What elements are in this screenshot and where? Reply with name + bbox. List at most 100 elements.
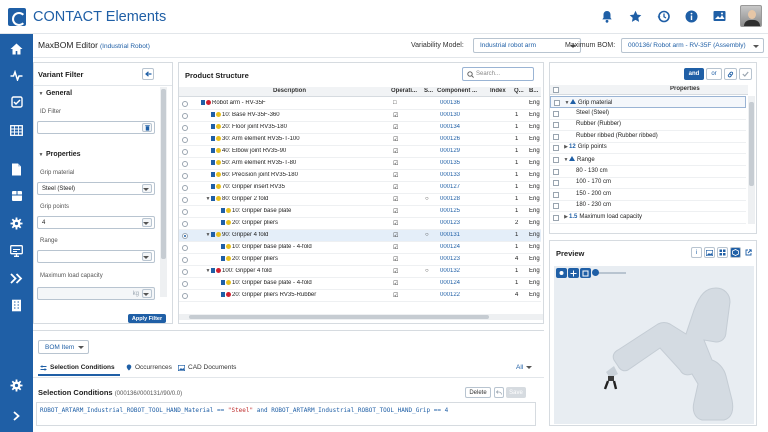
row-operation[interactable]: ☑ — [393, 292, 413, 299]
row-component[interactable]: 000136 — [440, 100, 480, 106]
table-row[interactable]: Robot arm - RV-35F □ 000136 Eng — [179, 98, 541, 110]
max-load-select[interactable]: kg — [37, 287, 155, 300]
trash-icon[interactable] — [142, 123, 152, 132]
scrollbar-thumb[interactable] — [161, 89, 166, 259]
col-index[interactable]: Index — [490, 88, 510, 94]
3d-view-icon[interactable] — [730, 247, 741, 258]
property-row[interactable]: Steel (Steel) — [550, 108, 746, 120]
link-icon[interactable] — [724, 68, 737, 80]
table-row[interactable]: 20: Floor joint RV35-180 ☑ 000134 1 Eng — [179, 122, 541, 134]
undo-icon[interactable] — [494, 387, 504, 398]
star-icon[interactable] — [628, 9, 642, 23]
row-radio[interactable] — [182, 149, 188, 155]
maximum-bom-select[interactable]: 000136/ Robot arm - RV-35F (Assembly) — [621, 38, 764, 53]
row-operation[interactable]: ☑ — [393, 124, 413, 131]
property-checkbox[interactable] — [553, 145, 559, 152]
table-row[interactable]: 40: Elbow joint RV35-90 ☑ 000129 1 Eng — [179, 146, 541, 158]
table-row[interactable]: 10: Gripper base plate - 4-fold ☑ 000124 1 E… — [179, 242, 541, 254]
row-operation[interactable]: ☑ — [393, 208, 413, 215]
row-component[interactable]: 000123 — [440, 220, 480, 226]
table-row[interactable]: ▼ 90: Gripper 4 fold ☑ ○ 000131 1 Eng — [179, 230, 541, 242]
chevron-down-icon[interactable] — [142, 252, 152, 261]
history-icon[interactable] — [656, 9, 670, 23]
property-checkbox[interactable] — [553, 122, 559, 129]
property-row[interactable]: 100 - 170 cm — [550, 177, 746, 190]
info-icon[interactable]: i — [691, 247, 702, 258]
row-component[interactable]: 000126 — [440, 136, 480, 142]
table-row[interactable]: 10: Gripper base plate ☑ 000125 1 Eng — [179, 206, 541, 218]
collapse-panel-button[interactable] — [142, 68, 154, 80]
row-operation[interactable]: ☑ — [393, 244, 413, 251]
fit-icon[interactable] — [580, 268, 591, 278]
nav-chevrons-right-icon[interactable] — [0, 266, 33, 290]
col-s[interactable]: S... — [424, 88, 434, 94]
tab-selection-conditions[interactable]: Selection Conditions — [40, 364, 115, 371]
row-operation[interactable]: ☑ — [393, 136, 413, 143]
row-operation[interactable]: □ — [393, 100, 413, 106]
bom-item-dropdown[interactable]: BOM Item — [38, 340, 90, 354]
row-operation[interactable]: ☑ — [393, 112, 413, 119]
move-icon[interactable] — [568, 268, 579, 278]
col-operation[interactable]: Operati... — [391, 88, 421, 94]
row-component[interactable]: 000123 — [440, 256, 480, 262]
slider-handle[interactable] — [592, 269, 599, 276]
chevron-down-icon[interactable] — [142, 289, 152, 298]
property-checkbox[interactable] — [553, 133, 559, 140]
nav-activity-icon[interactable] — [0, 63, 33, 87]
table-row[interactable]: 10: Base RV-35F-360 ☑ 000130 1 Eng — [179, 110, 541, 122]
table-row[interactable]: ▼ 100: Gripper 4 fold ☑ ○ 000132 1 Eng — [179, 266, 541, 278]
row-radio[interactable] — [182, 101, 188, 107]
search-input[interactable]: Search... — [462, 67, 534, 81]
chevron-down-icon[interactable] — [142, 218, 152, 227]
chevron-down-icon[interactable] — [142, 184, 152, 193]
properties-section-header[interactable]: ▼ Properties — [38, 151, 81, 158]
grip-material-select[interactable]: Steel (Steel) — [37, 182, 155, 195]
property-checkbox[interactable] — [553, 168, 559, 175]
col-b[interactable]: B... — [529, 88, 541, 94]
or-toggle-button[interactable]: or — [706, 68, 722, 80]
bell-icon[interactable] — [600, 9, 614, 23]
row-radio[interactable] — [182, 137, 188, 143]
grip-points-select[interactable]: 4 — [37, 216, 155, 229]
camera-icon[interactable] — [556, 268, 567, 278]
row-radio[interactable] — [182, 221, 188, 227]
row-radio[interactable] — [182, 173, 188, 179]
table-row[interactable]: 20: Gripper pliers ☑ 000123 4 Eng — [179, 254, 541, 266]
property-checkbox[interactable] — [553, 215, 559, 221]
row-radio[interactable] — [182, 125, 188, 131]
property-row[interactable]: Rubber (Rubber) — [550, 119, 746, 132]
row-radio[interactable] — [182, 245, 188, 251]
nav-home-icon[interactable] — [0, 37, 33, 61]
image-icon[interactable] — [704, 247, 715, 258]
scrollbar[interactable] — [748, 96, 755, 224]
zoom-slider[interactable] — [592, 268, 628, 278]
range-select[interactable] — [37, 250, 155, 263]
tab-cad-documents[interactable]: CAD Documents — [178, 364, 236, 371]
preview-viewport[interactable] — [554, 266, 754, 424]
table-row[interactable]: 20: Gripper pliers RV35-Rubber ☑ 000122 4 En… — [179, 290, 541, 302]
scrollbar-thumb[interactable] — [189, 315, 489, 319]
scrollbar-thumb[interactable] — [749, 102, 754, 186]
property-checkbox[interactable] — [553, 157, 559, 163]
table-row[interactable]: 70: Gripper insert RV35 ☑ 000127 1 Eng — [179, 182, 541, 194]
property-row[interactable]: 180 - 230 cm — [550, 200, 746, 213]
external-link-icon[interactable] — [743, 247, 753, 258]
property-row[interactable]: Rubber ribbed (Rubber ribbed) — [550, 131, 746, 143]
property-row[interactable]: 80 - 130 cm — [550, 166, 746, 178]
property-row[interactable]: ▼ Grip material — [550, 96, 746, 108]
nav-table-icon[interactable] — [0, 118, 33, 142]
row-component[interactable]: 000131 — [440, 232, 480, 238]
row-component[interactable]: 000124 — [440, 280, 480, 286]
nav-expand-icon[interactable] — [0, 404, 33, 428]
grid-icon[interactable] — [717, 247, 728, 258]
nav-document-icon[interactable] — [0, 157, 33, 181]
property-row[interactable]: ▶1.5 Maximum load capacity — [550, 212, 746, 224]
table-row[interactable]: 50: Arm element RV35-T-80 ☑ 000135 1 Eng — [179, 158, 541, 170]
row-operation[interactable]: ☑ — [393, 160, 413, 167]
property-checkbox[interactable] — [553, 180, 559, 187]
nav-gear-icon[interactable] — [0, 211, 33, 235]
tab-occurrences[interactable]: Occurrences — [126, 364, 172, 371]
row-radio[interactable] — [182, 281, 188, 287]
row-component[interactable]: 000129 — [440, 148, 480, 154]
row-component[interactable]: 000127 — [440, 184, 480, 190]
